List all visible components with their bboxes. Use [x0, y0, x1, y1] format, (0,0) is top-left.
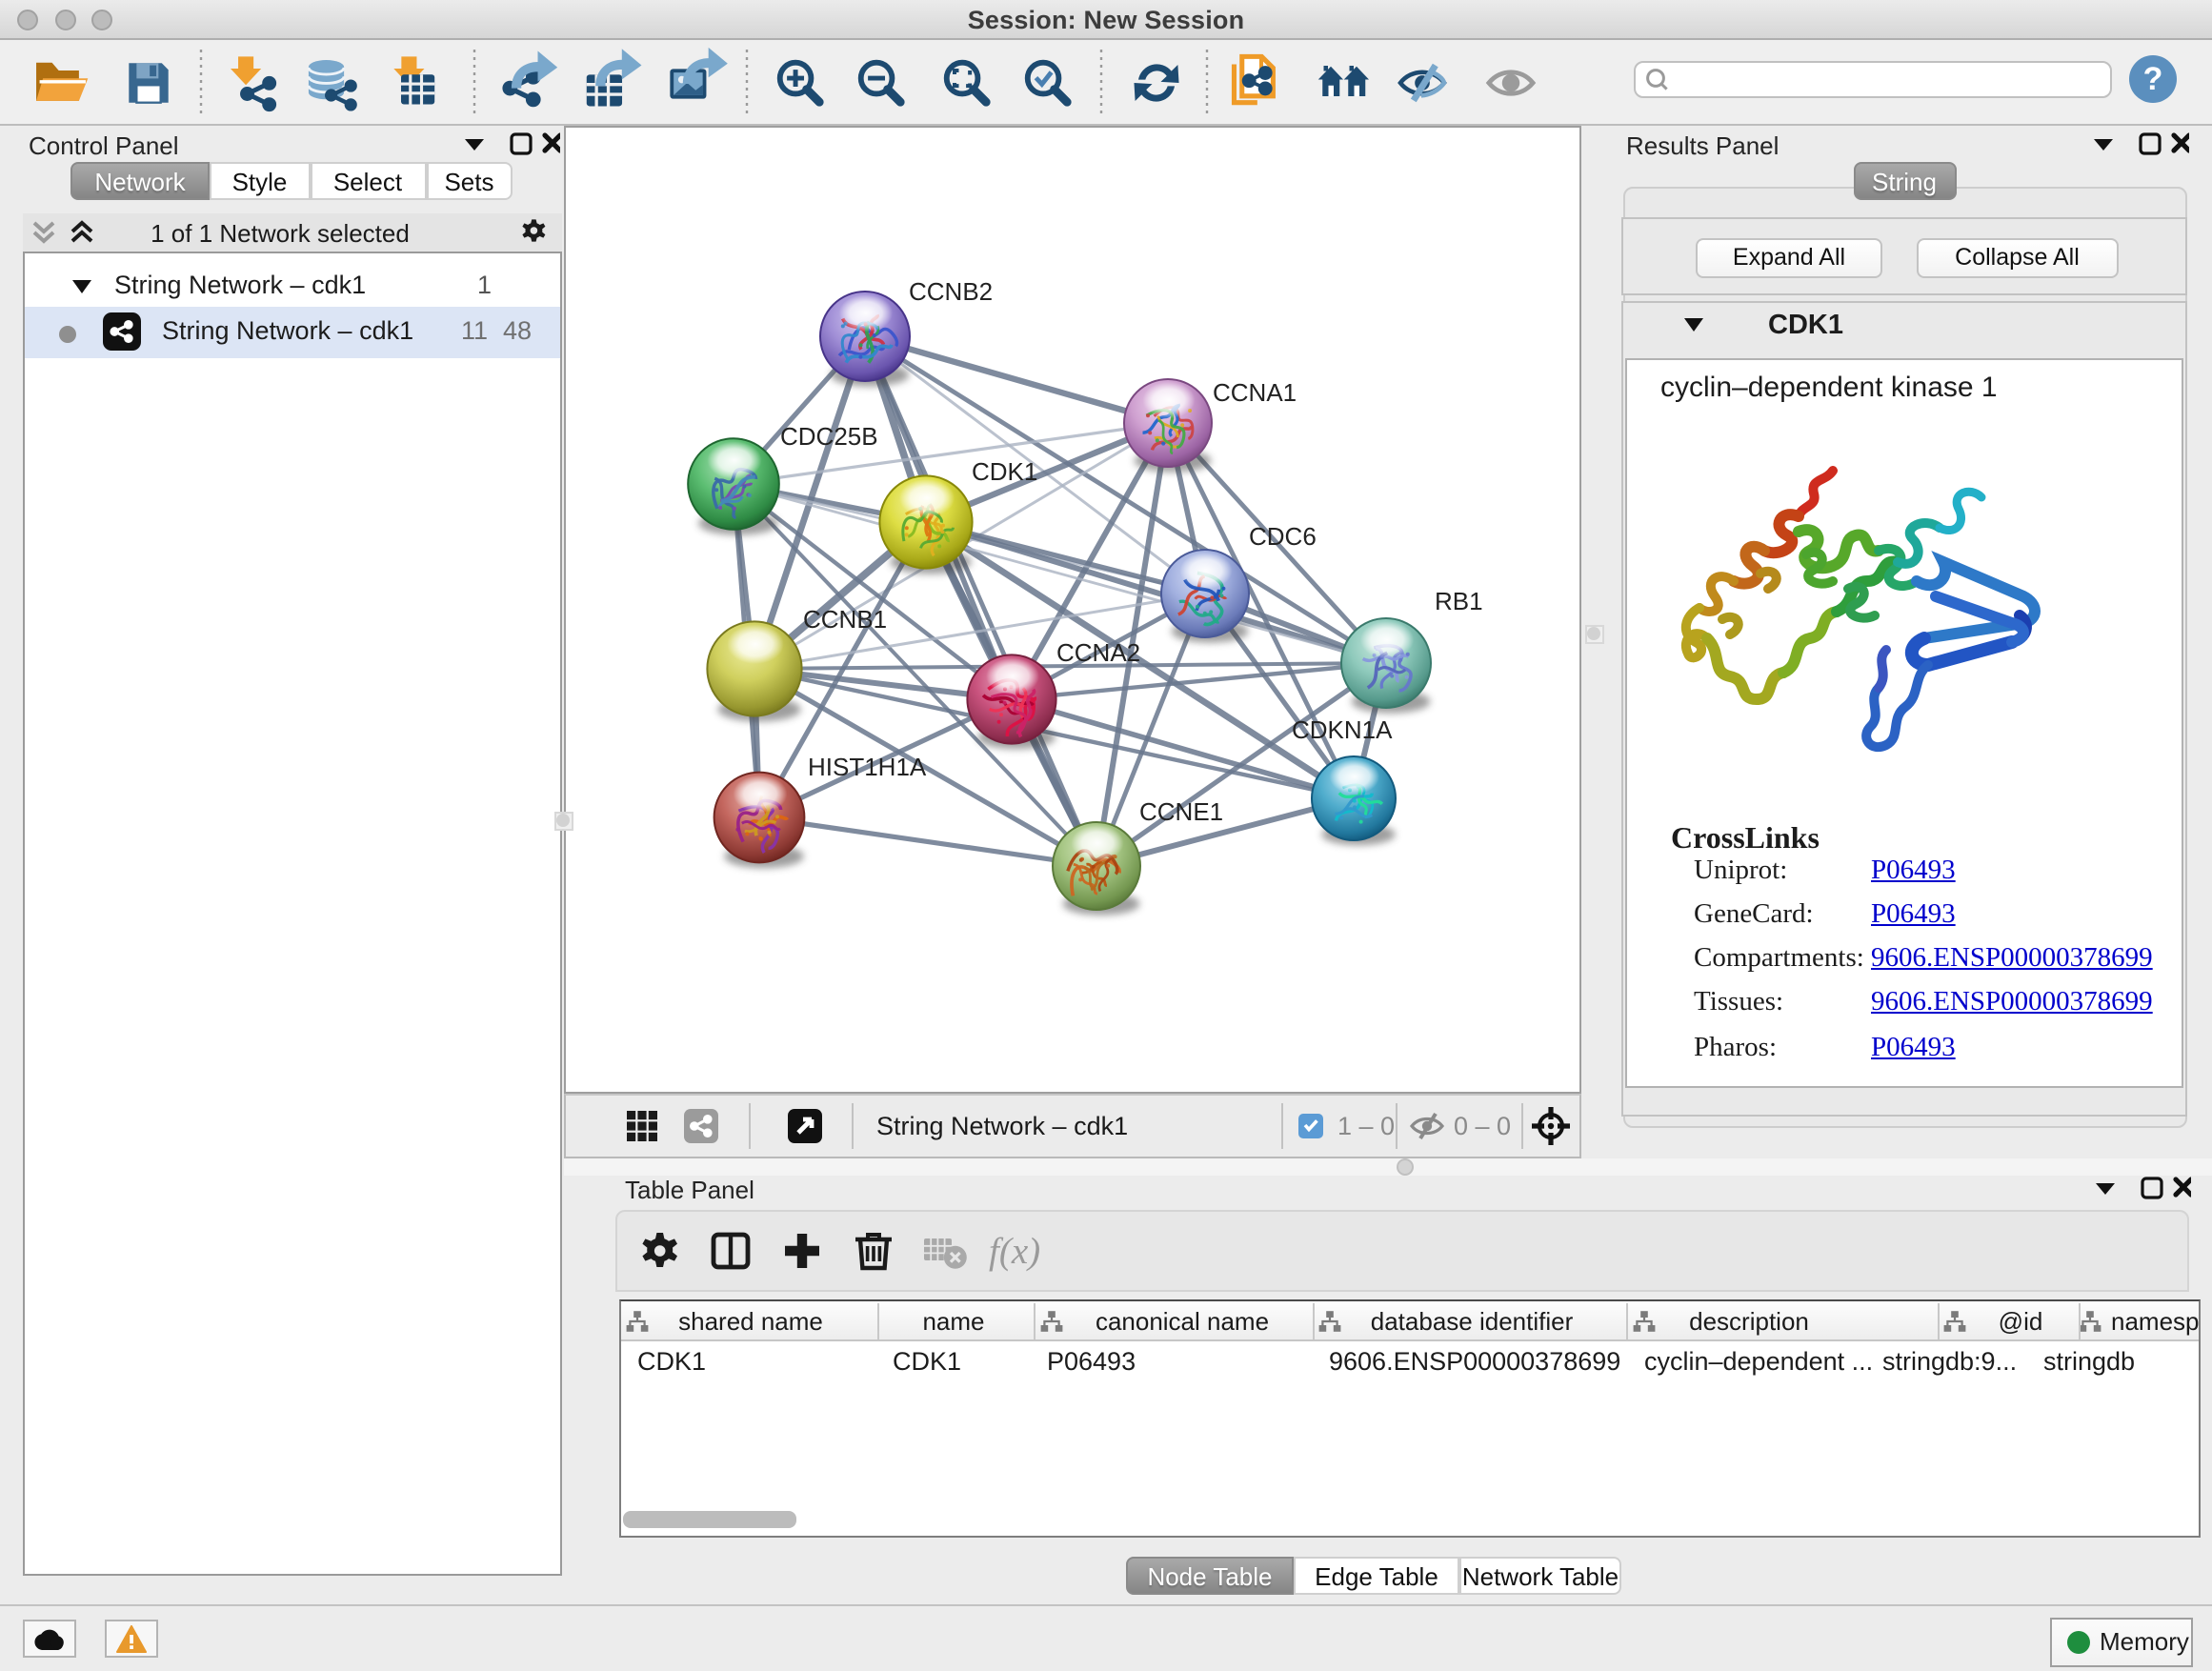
svg-text:0 – 0: 0 – 0 — [1454, 1111, 1511, 1139]
svg-text:?: ? — [2143, 61, 2163, 97]
svg-text:CDKN1A: CDKN1A — [1292, 715, 1393, 744]
svg-text:name: name — [921, 1307, 983, 1336]
svg-text:description: description — [1688, 1307, 1808, 1336]
svg-text:@id: @id — [1998, 1307, 2042, 1336]
svg-text:namespac: namespac — [2110, 1307, 2198, 1336]
svg-text:canonical name: canonical name — [1095, 1307, 1268, 1336]
svg-text:shared name: shared name — [677, 1307, 822, 1336]
svg-text:CDC6: CDC6 — [1249, 522, 1317, 551]
svg-text:String Network – cdk1: String Network – cdk1 — [876, 1111, 1128, 1139]
svg-text:RB1: RB1 — [1435, 587, 1483, 615]
svg-text:f(x): f(x) — [988, 1231, 1039, 1272]
svg-text:CCNB2: CCNB2 — [909, 277, 993, 306]
svg-text:CCNA1: CCNA1 — [1213, 378, 1297, 407]
svg-text:CDC25B: CDC25B — [780, 422, 878, 451]
svg-text:CCNE1: CCNE1 — [1139, 797, 1223, 826]
svg-text:CCNB1: CCNB1 — [803, 605, 887, 634]
svg-text:HIST1H1A: HIST1H1A — [808, 753, 927, 781]
svg-text:CDK1: CDK1 — [972, 457, 1037, 486]
svg-text:1 – 0: 1 – 0 — [1337, 1111, 1395, 1139]
svg-text:CCNA2: CCNA2 — [1056, 638, 1140, 667]
svg-text:database identifier: database identifier — [1370, 1307, 1573, 1336]
